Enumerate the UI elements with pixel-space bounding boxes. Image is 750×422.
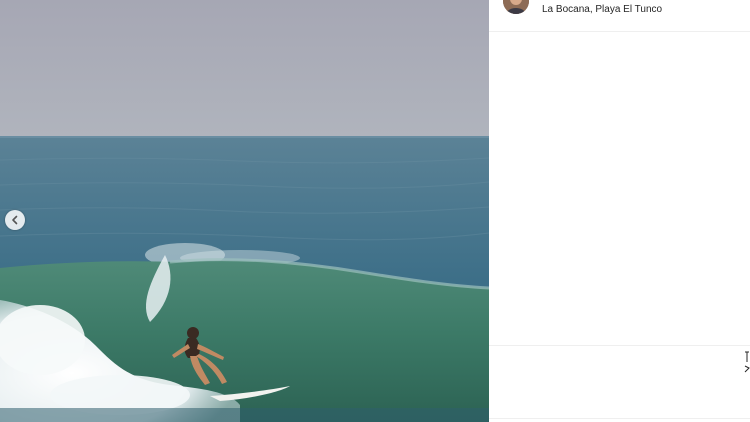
divider (489, 345, 750, 346)
post-location-link[interactable]: La Bocana, Playa El Tunco (542, 4, 662, 15)
avatar[interactable] (503, 0, 529, 14)
post-side-panel: La Bocana, Playa El Tunco ··· (489, 0, 750, 422)
avatar-image (503, 0, 529, 14)
previous-photo-button[interactable] (5, 210, 25, 230)
post-photo[interactable] (0, 0, 489, 422)
post-header: La Bocana, Playa El Tunco ··· (489, 0, 750, 32)
more-options-icon[interactable]: ··· (735, 0, 748, 6)
surf-scene-image (0, 0, 489, 422)
comments-area (489, 32, 750, 344)
post-viewer: La Bocana, Playa El Tunco ··· (0, 0, 750, 422)
share-icon[interactable] (744, 350, 750, 380)
divider-bottom (489, 418, 750, 419)
chevron-left-icon (12, 215, 18, 225)
